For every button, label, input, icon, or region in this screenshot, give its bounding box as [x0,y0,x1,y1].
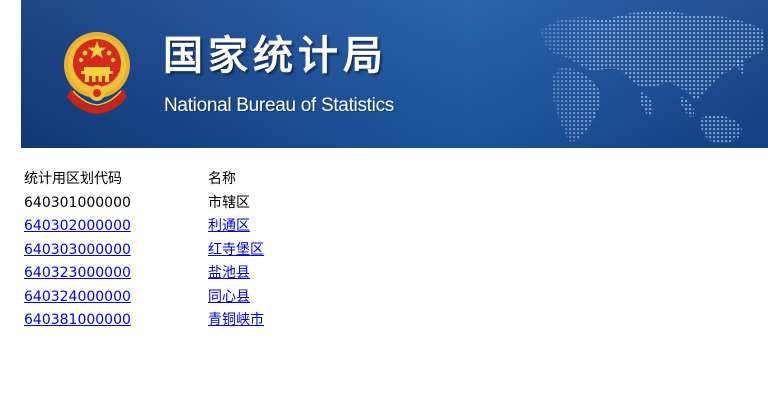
site-title-chinese: 国家统计局 [163,33,388,79]
division-code-link[interactable]: 640381000000 [24,309,131,333]
column-header-name: 名称 [208,171,236,187]
division-name-link[interactable]: 盐池县 [208,262,250,286]
national-emblem-icon [64,32,130,114]
division-name: 市辖区 [208,194,250,211]
division-code-link[interactable]: 640302000000 [24,215,131,239]
column-header-code: 统计用区划代码 [24,171,122,187]
division-code-link[interactable]: 640324000000 [24,286,131,310]
division-code-link[interactable]: 640303000000 [24,239,131,263]
division-name-link[interactable]: 同心县 [208,286,250,310]
division-code: 640301000000 [24,194,131,211]
division-name-link[interactable]: 红寺堡区 [208,239,264,263]
site-title-english: National Bureau of Statistics [164,95,394,116]
header-banner: 国家统计局 National Bureau of Statistics [21,0,768,148]
division-name-link[interactable]: 青铜峡市 [208,309,264,333]
division-code-link[interactable]: 640323000000 [24,262,131,286]
world-map-icon [541,11,763,144]
division-name-link[interactable]: 利通区 [208,215,250,239]
